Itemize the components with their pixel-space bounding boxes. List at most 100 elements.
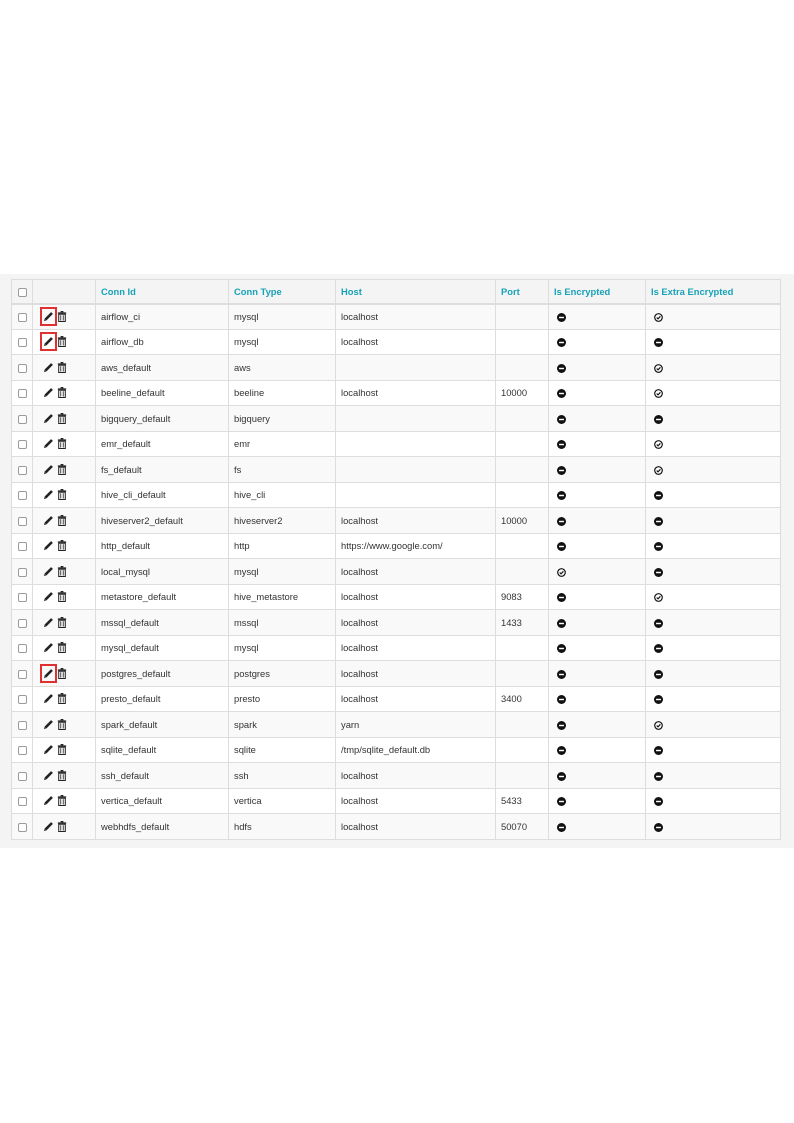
row-checkbox[interactable] <box>17 644 27 654</box>
trash-icon[interactable] <box>57 565 68 578</box>
is-extra-encrypted-cell <box>645 303 781 330</box>
trash-icon[interactable] <box>57 514 68 527</box>
trash-icon[interactable] <box>57 794 68 807</box>
row-checkbox[interactable] <box>17 593 27 603</box>
conn-id-cell: ssh_default <box>95 762 229 789</box>
pencil-icon[interactable] <box>43 488 54 501</box>
port-cell: 5433 <box>495 787 549 814</box>
pencil-icon[interactable] <box>43 616 54 629</box>
check-circle-icon <box>654 720 663 730</box>
is-encrypted-cell <box>548 813 646 840</box>
row-checkbox[interactable] <box>17 746 27 756</box>
row-actions-cell <box>32 354 96 381</box>
check-circle-icon <box>654 593 663 603</box>
check-circle-icon <box>654 465 663 475</box>
is-encrypted-cell <box>548 558 646 585</box>
is-extra-encrypted-header[interactable]: Is Extra Encrypted <box>645 279 781 305</box>
pencil-icon[interactable] <box>43 514 54 527</box>
conn-id-header[interactable]: Conn Id <box>95 279 229 305</box>
trash-icon[interactable] <box>57 386 68 399</box>
pencil-icon[interactable] <box>43 794 54 807</box>
trash-icon[interactable] <box>57 539 68 552</box>
trash-icon[interactable] <box>57 488 68 501</box>
row-actions-cell <box>32 430 96 457</box>
pencil-icon[interactable] <box>43 769 54 782</box>
row-actions-cell <box>32 762 96 789</box>
pencil-icon[interactable] <box>40 307 57 326</box>
row-checkbox[interactable] <box>17 567 27 577</box>
row-checkbox[interactable] <box>17 822 27 832</box>
pencil-icon[interactable] <box>43 743 54 756</box>
host-cell: localhost <box>335 303 496 330</box>
row-checkbox[interactable] <box>17 618 27 628</box>
row-checkbox[interactable] <box>17 338 27 348</box>
pencil-icon[interactable] <box>43 539 54 552</box>
minus-circle-icon <box>557 363 566 373</box>
minus-circle-icon <box>557 465 566 475</box>
trash-icon[interactable] <box>57 310 68 323</box>
pencil-icon[interactable] <box>43 718 54 731</box>
table-row: ssh_default ssh localhost <box>11 762 781 789</box>
minus-circle-icon <box>557 440 566 450</box>
conn-id-cell: mysql_default <box>95 634 229 661</box>
trash-icon[interactable] <box>57 820 68 833</box>
pencil-icon[interactable] <box>43 590 54 603</box>
pencil-icon[interactable] <box>40 663 57 683</box>
port-header[interactable]: Port <box>495 279 549 305</box>
trash-icon[interactable] <box>57 718 68 731</box>
pencil-icon[interactable] <box>43 692 54 705</box>
row-checkbox[interactable] <box>17 440 27 450</box>
pencil-icon[interactable] <box>43 820 54 833</box>
pencil-icon[interactable] <box>43 361 54 374</box>
conn-type-header[interactable]: Conn Type <box>228 279 336 305</box>
trash-icon[interactable] <box>57 463 68 476</box>
trash-icon[interactable] <box>57 590 68 603</box>
row-checkbox[interactable] <box>17 669 27 679</box>
conn-id-cell: mssql_default <box>95 609 229 636</box>
table-row: presto_default presto localhost 3400 <box>11 685 781 712</box>
row-checkbox[interactable] <box>17 771 27 781</box>
pencil-icon[interactable] <box>43 437 54 450</box>
minus-circle-icon <box>654 542 663 552</box>
row-checkbox[interactable] <box>17 516 27 526</box>
row-checkbox[interactable] <box>17 720 27 730</box>
trash-icon[interactable] <box>57 437 68 450</box>
pencil-icon[interactable] <box>43 565 54 578</box>
row-select-cell <box>11 787 33 814</box>
conn-id-cell: bigquery_default <box>95 405 229 432</box>
trash-icon[interactable] <box>57 692 68 705</box>
host-header[interactable]: Host <box>335 279 496 305</box>
trash-icon[interactable] <box>57 412 68 425</box>
pencil-icon[interactable] <box>43 412 54 425</box>
row-checkbox[interactable] <box>17 465 27 475</box>
conn-type-cell: fs <box>228 456 336 483</box>
row-checkbox[interactable] <box>17 797 27 807</box>
row-select-cell <box>11 430 33 457</box>
trash-icon[interactable] <box>57 616 68 629</box>
pencil-icon[interactable] <box>43 386 54 399</box>
select-all-checkbox[interactable] <box>17 287 27 297</box>
row-checkbox[interactable] <box>17 542 27 552</box>
row-checkbox[interactable] <box>17 414 27 424</box>
row-select-cell <box>11 405 33 432</box>
row-checkbox[interactable] <box>17 695 27 705</box>
trash-icon[interactable] <box>57 667 68 680</box>
row-checkbox[interactable] <box>17 389 27 399</box>
trash-icon[interactable] <box>57 641 68 654</box>
pencil-icon[interactable] <box>43 641 54 654</box>
row-checkbox[interactable] <box>17 313 27 322</box>
pencil-icon[interactable] <box>43 463 54 476</box>
row-checkbox[interactable] <box>17 491 27 501</box>
trash-icon[interactable] <box>57 335 68 348</box>
conn-id-cell: emr_default <box>95 430 229 457</box>
trash-icon[interactable] <box>57 361 68 374</box>
minus-circle-icon <box>654 491 663 501</box>
row-checkbox[interactable] <box>17 363 27 373</box>
is-encrypted-cell <box>548 507 646 534</box>
pencil-icon[interactable] <box>40 332 57 352</box>
trash-icon[interactable] <box>57 769 68 782</box>
is-encrypted-header[interactable]: Is Encrypted <box>548 279 646 305</box>
row-select-cell <box>11 813 33 840</box>
trash-icon[interactable] <box>57 743 68 756</box>
row-select-cell <box>11 303 33 330</box>
